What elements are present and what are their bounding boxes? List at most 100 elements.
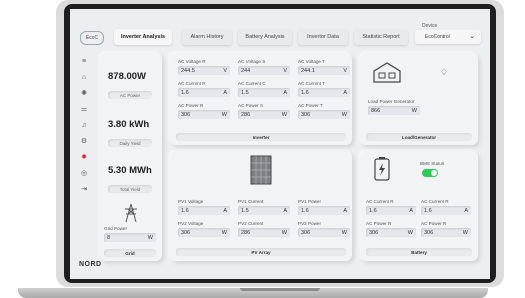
tab-battery-analysis[interactable]: Battery Analysis — [238, 29, 292, 45]
field-value-box: 306 W — [366, 228, 416, 237]
total-yield-label: Total Yield — [108, 185, 152, 193]
field-label: AC Voltage T — [298, 59, 325, 64]
logout-icon[interactable]: ⇥ — [78, 183, 90, 195]
grid-power-label: Grid Power — [104, 226, 127, 231]
settings-icon[interactable]: ⚙ — [78, 135, 90, 147]
field-label: PV2 Power — [298, 221, 321, 226]
field-value: 244.1 — [301, 67, 315, 74]
field-value: 244.5 — [181, 67, 195, 74]
field-value: 1.5 — [241, 207, 249, 214]
pv-array-title: PV Array — [176, 248, 346, 256]
ac-power-label: AC Power — [108, 91, 152, 99]
bms-status-toggle[interactable] — [422, 169, 438, 177]
field-label: AC Power R — [178, 103, 204, 108]
daily-yield-label: Daily Yield — [108, 139, 152, 147]
info-icon[interactable]: ◎ — [78, 167, 90, 179]
alert-icon[interactable]: ✹ — [78, 151, 90, 163]
top-bar: EcoC Inverter Analysis Alarm History Bat… — [70, 9, 490, 47]
field-label: AC Current R — [178, 81, 206, 86]
field-value-box: 306 W — [421, 228, 471, 237]
field-label: AC Power R — [366, 221, 392, 226]
load-generator-title: Load/Generator — [366, 133, 472, 141]
laptop-notch — [240, 288, 320, 291]
field-value-box: 306 W — [178, 228, 230, 237]
sliders-icon[interactable]: ⚌ — [78, 103, 90, 115]
field-value: 286 — [241, 111, 251, 118]
field-unit: V — [343, 67, 347, 74]
field-value: 306 — [181, 111, 191, 118]
field-unit: V — [283, 67, 287, 74]
app-screen: EcoC Inverter Analysis Alarm History Bat… — [70, 9, 490, 279]
house-icon — [373, 62, 401, 83]
field-value: 1.6 — [369, 207, 377, 214]
tab-alarm-history[interactable]: Alarm History — [182, 29, 232, 45]
load-power-unit: W — [411, 107, 417, 114]
field-value-box: 244.5 V — [178, 66, 230, 75]
device-select[interactable]: EcoControl ⌄ — [415, 30, 481, 44]
load-power-value: 866 — [371, 107, 381, 114]
field-value-box: 244.1 V — [298, 66, 350, 75]
field-unit: W — [281, 111, 287, 118]
field-value-box: 1.6 A — [298, 88, 350, 97]
field-label: AC Power R — [421, 221, 447, 226]
field-label: PV1 Voltage — [178, 199, 204, 204]
bell-icon[interactable]: ♫ — [78, 119, 90, 131]
grid-title: Grid — [104, 249, 156, 257]
field-value-box: 1.6 A — [178, 88, 230, 97]
gear-icon[interactable]: ✺ — [78, 87, 90, 99]
field-value: 306 — [424, 229, 434, 236]
field-value-box: 306 W — [298, 228, 350, 237]
field-value-box: 1.5 A — [238, 206, 290, 215]
menu-icon[interactable]: ≡ — [78, 55, 90, 67]
brand-logo: NORD — [79, 261, 102, 268]
field-value: 306 — [369, 229, 379, 236]
tab-label: Battery Analysis — [245, 34, 285, 40]
grid-power-value: 8 — [107, 234, 111, 241]
field-value: 306 — [181, 229, 191, 236]
field-label: AC Current C — [238, 81, 266, 86]
tab-inverter-analysis[interactable]: Inverter Analysis — [114, 29, 172, 45]
field-value: 1.6 — [181, 89, 189, 96]
field-unit: A — [343, 89, 347, 96]
field-value: 1.6 — [424, 207, 432, 214]
field-unit: A — [343, 207, 347, 214]
tab-label: Invertor Data — [307, 34, 339, 40]
total-yield-value: 5.30 MWh — [108, 165, 152, 176]
field-label: AC Current R — [421, 199, 449, 204]
field-unit: A — [223, 89, 227, 96]
field-value-box: 1.6 A — [298, 206, 350, 215]
transmission-tower-icon — [125, 203, 137, 223]
battery-icon — [374, 157, 390, 181]
solar-panel-icon — [250, 155, 272, 185]
field-value-box: 306 W — [178, 110, 230, 119]
field-label: PV2 Voltage — [178, 221, 204, 226]
sidebar: ≡ ⌂ ✺ ⚌ ♫ ⚙ ✹ ◎ ⇥ — [78, 55, 92, 199]
field-value-box: 1.6 A — [366, 206, 416, 215]
load-power-field: 866 W — [368, 106, 420, 115]
tab-label: Inverter Analysis — [120, 34, 166, 40]
field-label: AC Voltage S — [238, 59, 266, 64]
field-value-box: 1.5 A — [238, 88, 290, 97]
field-label: AC Power S — [238, 103, 264, 108]
load-generator-card: ♢ Load Power Generator 866 W Load/Genera… — [360, 53, 478, 145]
field-label: AC Voltage R — [178, 59, 206, 64]
field-value-box: 286 W — [238, 228, 290, 237]
pv-array-card: PV1 Voltage 1.6 A PV1 Current 1.5 A PV1 Power 1… — [170, 151, 352, 261]
field-value-box: 244 V — [238, 66, 290, 75]
field-value: 306 — [301, 229, 311, 236]
field-value-box: 1.6 A — [178, 206, 230, 215]
field-label: PV1 Current — [238, 199, 264, 204]
tab-statistic-report[interactable]: Statistic Report — [354, 29, 408, 45]
ac-power-value: 878.00W — [108, 71, 147, 82]
field-unit: A — [283, 89, 287, 96]
home-icon[interactable]: ⌂ — [78, 71, 90, 83]
toggle-knob — [431, 170, 437, 176]
field-unit: A — [283, 207, 287, 214]
field-value: 306 — [301, 111, 311, 118]
summary-card: 878.00W AC Power 3.80 kWh Daily Yield 5.… — [100, 53, 162, 261]
field-label: AC Current T — [298, 81, 325, 86]
battery-card: BMS Status AC Current R 1.6 A AC Current R 1… — [360, 151, 478, 261]
tab-invertor-data[interactable]: Invertor Data — [298, 29, 348, 45]
field-unit: A — [464, 207, 468, 214]
device-label: Device — [422, 23, 438, 29]
